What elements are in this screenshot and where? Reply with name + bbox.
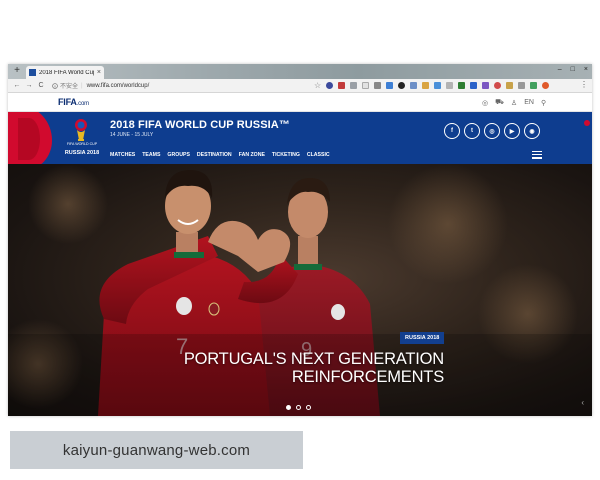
decorative-red-shape-inner bbox=[18, 118, 40, 160]
browser-tab[interactable]: 2018 FIFA World Cup R × bbox=[26, 66, 104, 79]
cart-icon[interactable]: ⛟ bbox=[495, 98, 504, 107]
extension-lightblue-icon[interactable] bbox=[410, 82, 417, 89]
page-title: 2018 FIFA WORLD CUP RUSSIA™ bbox=[110, 119, 290, 131]
carousel-dot-1[interactable] bbox=[286, 405, 291, 410]
address-bar[interactable]: www.fifa.com/worldcup/ bbox=[87, 83, 150, 89]
extension-blue-icon[interactable] bbox=[386, 82, 393, 89]
reload-button[interactable]: C bbox=[36, 82, 46, 89]
browser-window: + 2018 FIFA World Cup R × – □ × ← → C 不安… bbox=[8, 64, 592, 416]
new-tab-button[interactable]: + bbox=[12, 66, 22, 76]
main-nav: MATCHES TEAMS GROUPS DESTINATION FAN ZON… bbox=[110, 152, 330, 158]
hamburger-menu-icon[interactable] bbox=[532, 151, 542, 161]
player-right-collar bbox=[294, 264, 322, 270]
tab-close-icon[interactable]: × bbox=[97, 69, 101, 76]
nav-destination[interactable]: DESTINATION bbox=[197, 152, 232, 158]
nav-classic[interactable]: CLASSIC bbox=[307, 152, 330, 158]
bokeh-light bbox=[388, 164, 508, 284]
player-left-sponsor bbox=[208, 302, 220, 316]
extension-g-icon[interactable] bbox=[530, 82, 537, 89]
forward-button[interactable]: → bbox=[24, 82, 34, 89]
extension-darkblue-icon[interactable] bbox=[470, 82, 477, 89]
language-selector[interactable]: EN bbox=[524, 99, 534, 106]
browser-menu-icon[interactable]: ⋮ bbox=[580, 80, 588, 89]
twitter-icon[interactable]: t bbox=[464, 123, 480, 139]
nav-ticketing[interactable]: TICKETING bbox=[272, 152, 300, 158]
extension-icons bbox=[326, 82, 549, 89]
nav-matches[interactable]: MATCHES bbox=[110, 152, 135, 158]
nav-groups[interactable]: GROUPS bbox=[167, 152, 189, 158]
extension-r-icon[interactable] bbox=[374, 82, 381, 89]
hero-headline[interactable]: PORTUGAL'S NEXT GENERATION REINFORCEMENT… bbox=[128, 350, 444, 386]
close-window-button[interactable]: × bbox=[584, 66, 588, 73]
hamburger-line bbox=[532, 151, 542, 153]
category-tag[interactable]: RUSSIA 2018 bbox=[400, 332, 445, 344]
extension-black-icon[interactable] bbox=[398, 82, 405, 89]
carousel-next-icon[interactable]: ‹ bbox=[581, 398, 584, 407]
globe-icon[interactable]: ◎ bbox=[482, 99, 488, 107]
security-label: 不安全 bbox=[60, 84, 79, 90]
extension-doc-icon[interactable] bbox=[362, 82, 369, 89]
carousel-dot-3[interactable] bbox=[306, 405, 311, 410]
info-icon bbox=[52, 82, 58, 89]
tournament-dates: 14 JUNE - 15 JULY bbox=[110, 132, 154, 138]
weibo-icon[interactable]: ◉ bbox=[524, 123, 540, 139]
top-icons: ◎ ⛟ ♙ EN ⚲ bbox=[482, 98, 546, 107]
player-left-collar bbox=[174, 252, 204, 258]
tab-strip: + 2018 FIFA World Cup R × – □ × bbox=[8, 64, 592, 79]
player-right-neck bbox=[298, 236, 318, 266]
extension-gold-icon[interactable] bbox=[506, 82, 513, 89]
extension-red-icon[interactable] bbox=[338, 82, 345, 89]
window-controls: – □ × bbox=[558, 66, 588, 73]
instagram-icon[interactable]: ◎ bbox=[484, 123, 500, 139]
headline-line-1: PORTUGAL'S NEXT GENERATION bbox=[183, 350, 444, 368]
extension-green-icon[interactable] bbox=[458, 82, 465, 89]
extension-orange-icon[interactable] bbox=[422, 82, 429, 89]
hamburger-line bbox=[532, 154, 542, 156]
player-left-badge bbox=[176, 297, 192, 315]
bokeh-light bbox=[28, 164, 108, 244]
extension-grey2-icon[interactable] bbox=[446, 82, 453, 89]
extension-pin-icon[interactable] bbox=[494, 82, 501, 89]
fifa-logo-suffix: .com bbox=[76, 101, 89, 107]
extension-puzzle-icon[interactable] bbox=[518, 82, 525, 89]
security-indicator[interactable]: 不安全 bbox=[52, 81, 78, 90]
maximize-button[interactable]: □ bbox=[571, 66, 575, 73]
social-links: f t ◎ ▶ ◉ bbox=[444, 123, 540, 139]
extension-shield-icon[interactable] bbox=[326, 82, 333, 89]
extension-purple-icon[interactable] bbox=[482, 82, 489, 89]
browser-toolbar: ← → C 不安全 | www.fifa.com/worldcup/ ☆ ⋮ bbox=[8, 79, 592, 93]
worldcup-emblem-icon[interactable] bbox=[73, 118, 89, 142]
extension-cloud-icon[interactable] bbox=[434, 82, 441, 89]
emblem-subtitle: RUSSIA 2018 bbox=[64, 150, 100, 156]
watermark-text: kaiyun-guanwang-web.com bbox=[62, 441, 251, 459]
worldcup-header: FIFA WORLD CUP RUSSIA 2018 2018 FIFA WOR… bbox=[8, 112, 592, 164]
player-right-badge bbox=[331, 304, 345, 320]
carousel-dot-2[interactable] bbox=[296, 405, 301, 410]
carousel-dots bbox=[286, 405, 311, 410]
search-icon[interactable]: ⚲ bbox=[541, 99, 546, 107]
back-button[interactable]: ← bbox=[12, 82, 22, 89]
hamburger-line bbox=[532, 157, 542, 159]
emblem-text: FIFA WORLD CUP bbox=[66, 142, 98, 146]
headline-line-2: REINFORCEMENTS bbox=[291, 368, 444, 386]
url-divider: | bbox=[81, 82, 83, 89]
fifa-logo-main: FIFA bbox=[58, 97, 77, 107]
nav-teams[interactable]: TEAMS bbox=[142, 152, 160, 158]
decorative-red-dot bbox=[584, 120, 590, 126]
watermark-banner: kaiyun-guanwang-web.com bbox=[10, 431, 303, 469]
hero-banner[interactable]: 7 9 RUSSIA 2018 PORTUGAL'S NEXT GENERATI… bbox=[8, 164, 592, 416]
bookmark-star-icon[interactable]: ☆ bbox=[314, 81, 321, 90]
tab-title: 2018 FIFA World Cup R bbox=[39, 69, 94, 76]
youtube-icon[interactable]: ▶ bbox=[504, 123, 520, 139]
extension-fire-icon[interactable] bbox=[542, 82, 549, 89]
user-icon[interactable]: ♙ bbox=[511, 99, 517, 107]
minimize-button[interactable]: – bbox=[558, 66, 562, 73]
extension-grey-icon[interactable] bbox=[350, 82, 357, 89]
fifa-favicon-icon bbox=[29, 69, 36, 76]
fifa-logo[interactable]: FIFA.com bbox=[58, 97, 89, 107]
facebook-icon[interactable]: f bbox=[444, 123, 460, 139]
nav-fan-zone[interactable]: FAN ZONE bbox=[239, 152, 265, 158]
fifa-top-bar: FIFA.com ◎ ⛟ ♙ EN ⚲ bbox=[8, 93, 592, 112]
